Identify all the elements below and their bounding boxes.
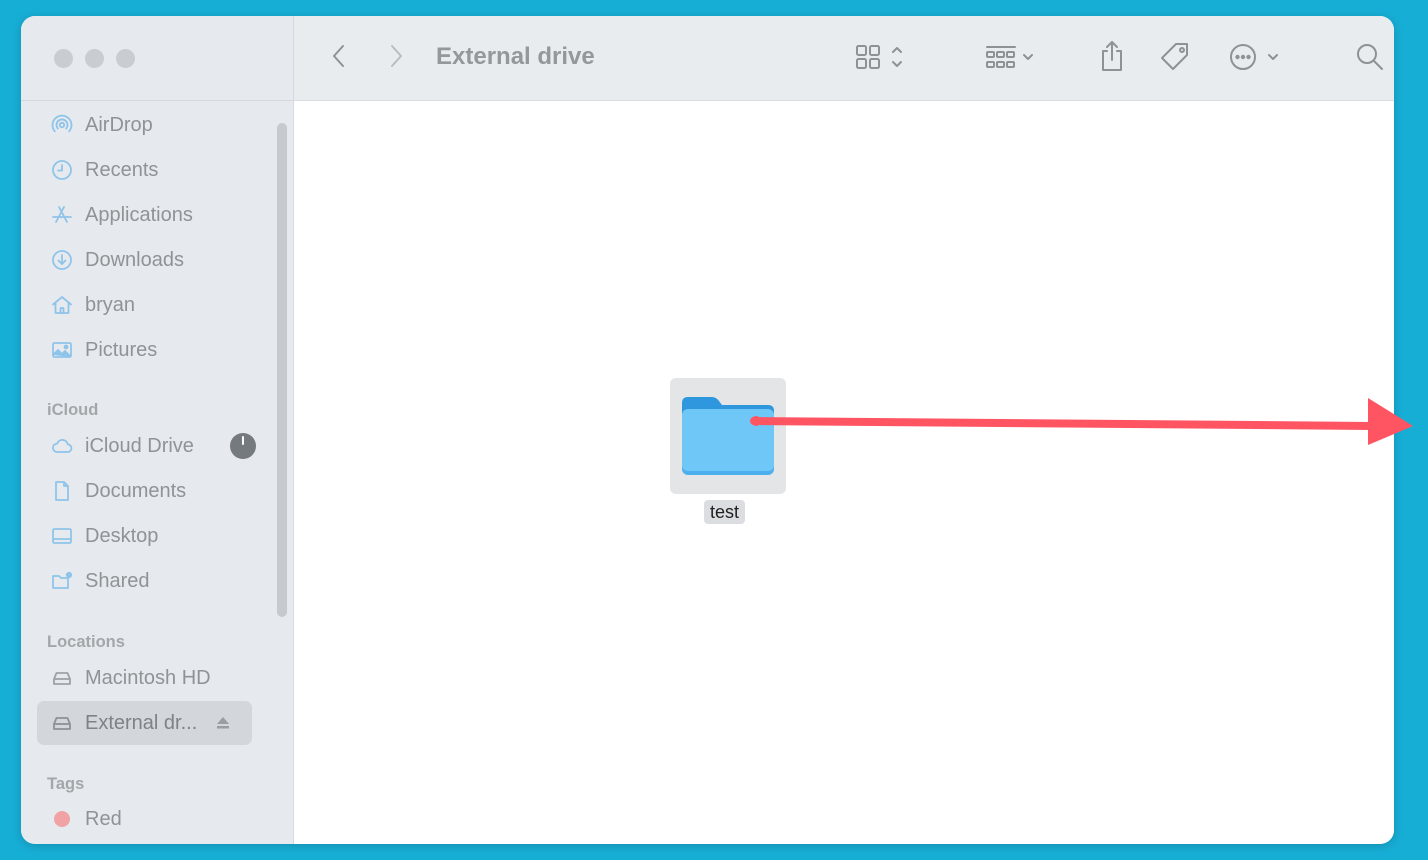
sidebar-item-label: Applications — [85, 203, 193, 226]
home-icon — [49, 292, 75, 318]
sidebar-item-airdrop[interactable]: AirDrop — [37, 103, 252, 147]
search-button[interactable] — [1355, 42, 1385, 72]
sidebar-item-label: External dr... — [85, 711, 198, 734]
group-grid-icon — [986, 46, 1033, 68]
desktop-icon — [49, 523, 75, 549]
clock-icon — [49, 157, 75, 183]
forward-button[interactable] — [383, 41, 409, 71]
sidebar-section-icloud: iCloud — [47, 401, 99, 419]
close-window-button[interactable] — [54, 49, 73, 68]
tag-button[interactable] — [1158, 40, 1192, 74]
sidebar-item-downloads[interactable]: Downloads — [37, 238, 252, 282]
sidebar-item-label: Red — [85, 807, 122, 830]
window-controls — [54, 49, 135, 68]
folder-item-test[interactable] — [670, 378, 786, 494]
share-button[interactable] — [1096, 38, 1128, 74]
back-button[interactable] — [326, 41, 352, 71]
grid-view-icon — [856, 45, 902, 69]
sync-progress-icon — [230, 433, 256, 459]
download-icon — [49, 247, 75, 273]
sidebar-item-recents[interactable]: Recents — [37, 148, 252, 192]
chevron-right-icon — [391, 45, 402, 67]
sidebar-item-label: iCloud Drive — [85, 434, 194, 457]
sidebar-item-home[interactable]: bryan — [37, 283, 252, 327]
sidebar-item-label: Downloads — [85, 248, 184, 271]
finder-window: AirDrop Recents Applications Downloads b… — [21, 16, 1394, 844]
sidebar-item-label: Macintosh HD — [85, 666, 211, 689]
ellipsis-circle-icon — [1230, 44, 1278, 70]
external-drive-icon — [49, 710, 75, 736]
sidebar-item-pictures[interactable]: Pictures — [37, 328, 252, 372]
sidebar: AirDrop Recents Applications Downloads b… — [21, 16, 294, 844]
sidebar-item-desktop[interactable]: Desktop — [37, 514, 252, 558]
hard-drive-icon — [49, 665, 75, 691]
photo-icon — [49, 337, 75, 363]
airdrop-icon — [49, 112, 75, 138]
folder-icon — [682, 397, 774, 475]
sidebar-item-label: Recents — [85, 158, 159, 181]
view-mode-button[interactable] — [854, 42, 914, 72]
sidebar-item-shared[interactable]: Shared — [37, 559, 252, 603]
eject-icon[interactable] — [213, 713, 233, 733]
sidebar-item-label: Documents — [85, 479, 187, 502]
window-title: External drive — [436, 43, 595, 70]
group-by-button[interactable] — [984, 42, 1044, 72]
applications-icon — [49, 202, 75, 228]
folder-name-label[interactable]: test — [704, 500, 746, 524]
chevron-left-icon — [333, 45, 344, 67]
sidebar-item-icloud-drive[interactable]: iCloud Drive — [37, 424, 256, 468]
sidebar-section-locations: Locations — [47, 633, 125, 651]
sidebar-item-label: Desktop — [85, 524, 159, 547]
sidebar-section-tags: Tags — [47, 775, 85, 793]
file-browser-content: test — [294, 101, 1394, 844]
minimize-window-button[interactable] — [85, 49, 104, 68]
search-icon — [1357, 44, 1383, 70]
sidebar-divider — [21, 100, 293, 101]
sidebar-item-applications[interactable]: Applications — [37, 193, 252, 237]
sidebar-item-documents[interactable]: Documents — [37, 469, 252, 513]
share-icon — [1102, 41, 1122, 71]
document-icon — [49, 478, 75, 504]
sidebar-item-macintosh-hd[interactable]: Macintosh HD — [37, 656, 252, 700]
sidebar-item-label: Shared — [85, 569, 150, 592]
zoom-window-button[interactable] — [116, 49, 135, 68]
sidebar-item-external-drive[interactable]: External dr... — [37, 701, 252, 745]
red-tag-dot-icon — [54, 811, 70, 827]
sidebar-item-label: bryan — [85, 293, 136, 316]
shared-folder-icon — [49, 568, 75, 594]
sidebar-item-tag-red[interactable]: Red — [37, 797, 252, 841]
sidebar-scrollbar[interactable] — [277, 123, 287, 617]
cloud-icon — [49, 433, 75, 459]
tag-icon — [1161, 43, 1188, 70]
sidebar-item-label: AirDrop — [85, 113, 153, 136]
sidebar-item-label: Pictures — [85, 338, 158, 361]
toolbar: External drive — [294, 16, 1394, 101]
more-actions-button[interactable] — [1227, 41, 1283, 73]
